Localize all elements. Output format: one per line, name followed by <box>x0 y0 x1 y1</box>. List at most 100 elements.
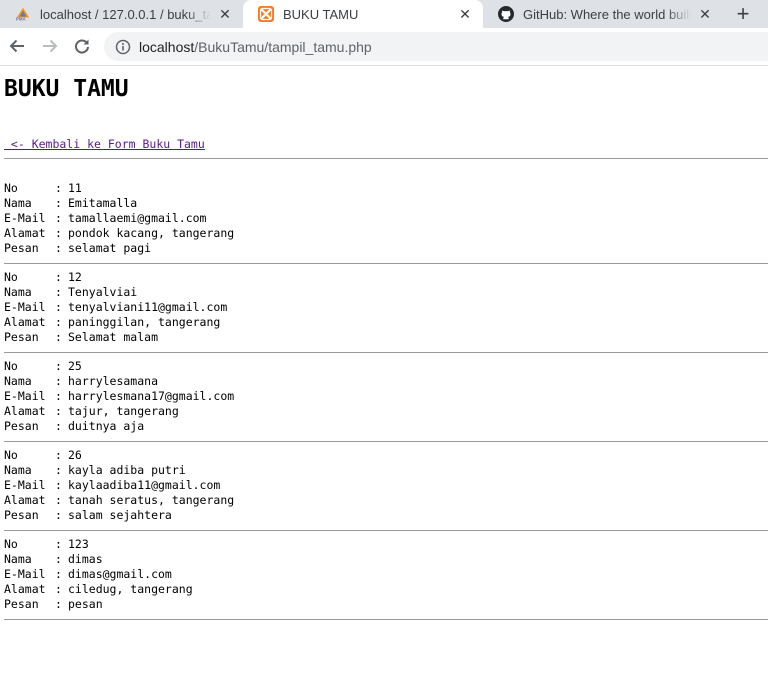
entry-row-nama: Nama: harrylesamana <box>4 374 764 389</box>
field-value: paninggilan, tangerang <box>68 315 221 329</box>
field-value: ciledug, tangerang <box>68 582 193 596</box>
close-icon[interactable]: ✕ <box>217 6 233 22</box>
field-label: Pesan <box>4 241 39 255</box>
field-label: Alamat <box>4 493 46 507</box>
field-label: Alamat <box>4 226 46 240</box>
back-arrow-icon[interactable] <box>5 34 29 58</box>
field-value: dimas <box>68 552 103 566</box>
entry-row-alamat: Alamat: ciledug, tangerang <box>4 582 764 597</box>
entry-row-pesan: Pesan: salam sejahtera <box>4 508 764 523</box>
field-separator: : <box>55 270 62 284</box>
field-value: 26 <box>68 448 82 462</box>
divider <box>4 441 768 442</box>
field-label: Pesan <box>4 597 39 611</box>
field-separator: : <box>55 597 62 611</box>
field-label: Nama <box>4 196 32 210</box>
field-label: No <box>4 181 18 195</box>
field-value: harrylesmana17@gmail.com <box>68 389 235 403</box>
divider <box>4 352 768 353</box>
field-separator: : <box>55 478 62 492</box>
field-separator: : <box>55 389 62 403</box>
field-separator: : <box>55 582 62 596</box>
field-label: E-Mail <box>4 567 46 581</box>
field-value: 25 <box>68 359 82 373</box>
field-label: Nama <box>4 374 32 388</box>
divider <box>4 530 768 531</box>
browser-toolbar: localhost/BukuTamu/tampil_tamu.php <box>0 28 768 66</box>
field-value: duitnya aja <box>68 419 145 433</box>
field-value: kaylaadiba11@gmail.com <box>68 478 221 492</box>
field-label: E-Mail <box>4 300 46 314</box>
field-separator: : <box>55 493 62 507</box>
entry-row-pesan: Pesan: duitnya aja <box>4 419 764 434</box>
field-value: tamallaemi@gmail.com <box>68 211 207 225</box>
field-separator: : <box>55 567 62 581</box>
field-value: tajur, tangerang <box>68 404 179 418</box>
url-host: localhost <box>139 38 195 55</box>
entry-row-no: No:123 <box>4 537 764 552</box>
new-tab-icon[interactable]: + <box>731 1 755 26</box>
field-label: No <box>4 359 18 373</box>
info-icon[interactable] <box>114 38 132 56</box>
field-value: salam sejahtera <box>68 508 172 522</box>
field-label: Alamat <box>4 404 46 418</box>
tab-title: BUKU TAMU <box>283 6 359 22</box>
guest-entry: No:11 Nama: Emitamalla E-Mail: tamallaemi@… <box>4 181 764 256</box>
field-label: No <box>4 270 18 284</box>
field-value: harrylesamana <box>68 374 159 388</box>
entry-row-pesan: Pesan: Selamat malam <box>4 330 764 345</box>
address-url: localhost/BukuTamu/tampil_tamu.php <box>139 39 372 55</box>
field-label: No <box>4 448 18 462</box>
field-label: E-Mail <box>4 211 46 225</box>
forward-arrow-icon[interactable] <box>38 34 62 58</box>
tab-github[interactable]: GitHub: Where the world builds software … <box>483 0 723 28</box>
tab-buku-tamu[interactable]: BUKU TAMU ✕ <box>243 0 483 28</box>
back-to-form-link[interactable]: <- Kembali ke Form Buku Tamu <box>4 137 205 151</box>
reload-icon[interactable] <box>70 34 94 58</box>
guest-entry: No:123 Nama: dimas E-Mail: dimas@gmail.com… <box>4 537 764 612</box>
page-title: BUKU TAMU <box>4 76 129 102</box>
field-separator: : <box>55 359 62 373</box>
entry-row-alamat: Alamat: pondok kacang, tangerang <box>4 226 764 241</box>
field-value: tanah seratus, tangerang <box>68 493 235 507</box>
field-separator: : <box>55 508 62 522</box>
field-separator: : <box>55 211 62 225</box>
address-bar[interactable]: localhost/BukuTamu/tampil_tamu.php <box>104 32 768 61</box>
field-separator: : <box>55 226 62 240</box>
field-value: 123 <box>68 537 89 551</box>
entry-row-no: No:25 <box>4 359 764 374</box>
entry-row-email: E-Mail: harrylesmana17@gmail.com <box>4 389 764 404</box>
field-value: Selamat malam <box>68 330 159 344</box>
field-separator: : <box>55 330 62 344</box>
field-separator: : <box>55 285 62 299</box>
entry-row-nama: Nama: kayla adiba putri <box>4 463 764 478</box>
field-separator: : <box>55 419 62 433</box>
field-label: Nama <box>4 552 32 566</box>
close-icon[interactable]: ✕ <box>697 6 713 22</box>
field-value: 11 <box>68 181 82 195</box>
divider <box>4 263 768 264</box>
field-separator: : <box>55 181 62 195</box>
field-separator: : <box>55 537 62 551</box>
field-label: E-Mail <box>4 478 46 492</box>
field-value: kayla adiba putri <box>68 463 186 477</box>
tab-phpmyadmin[interactable]: PMA localhost / 127.0.0.1 / buku_tamu ✕ <box>0 0 243 28</box>
field-value: dimas@gmail.com <box>68 567 172 581</box>
field-value: pesan <box>68 597 103 611</box>
entry-row-email: E-Mail: tamallaemi@gmail.com <box>4 211 764 226</box>
tab-title: GitHub: Where the world builds software <box>523 6 691 22</box>
field-separator: : <box>55 463 62 477</box>
entry-row-email: E-Mail: tenyalviani11@gmail.com <box>4 300 764 315</box>
entry-row-email: E-Mail: kaylaadiba11@gmail.com <box>4 478 764 493</box>
field-separator: : <box>55 552 62 566</box>
field-separator: : <box>55 448 62 462</box>
field-label: Nama <box>4 285 32 299</box>
divider <box>4 619 768 620</box>
entry-row-no: No:26 <box>4 448 764 463</box>
close-icon[interactable]: ✕ <box>457 6 473 22</box>
entry-row-nama: Nama: Emitamalla <box>4 196 764 211</box>
divider <box>4 158 768 159</box>
field-label: No <box>4 537 18 551</box>
guest-entry: No:12 Nama: Tenyalviai E-Mail: tenyalviani… <box>4 270 764 345</box>
field-label: Pesan <box>4 508 39 522</box>
